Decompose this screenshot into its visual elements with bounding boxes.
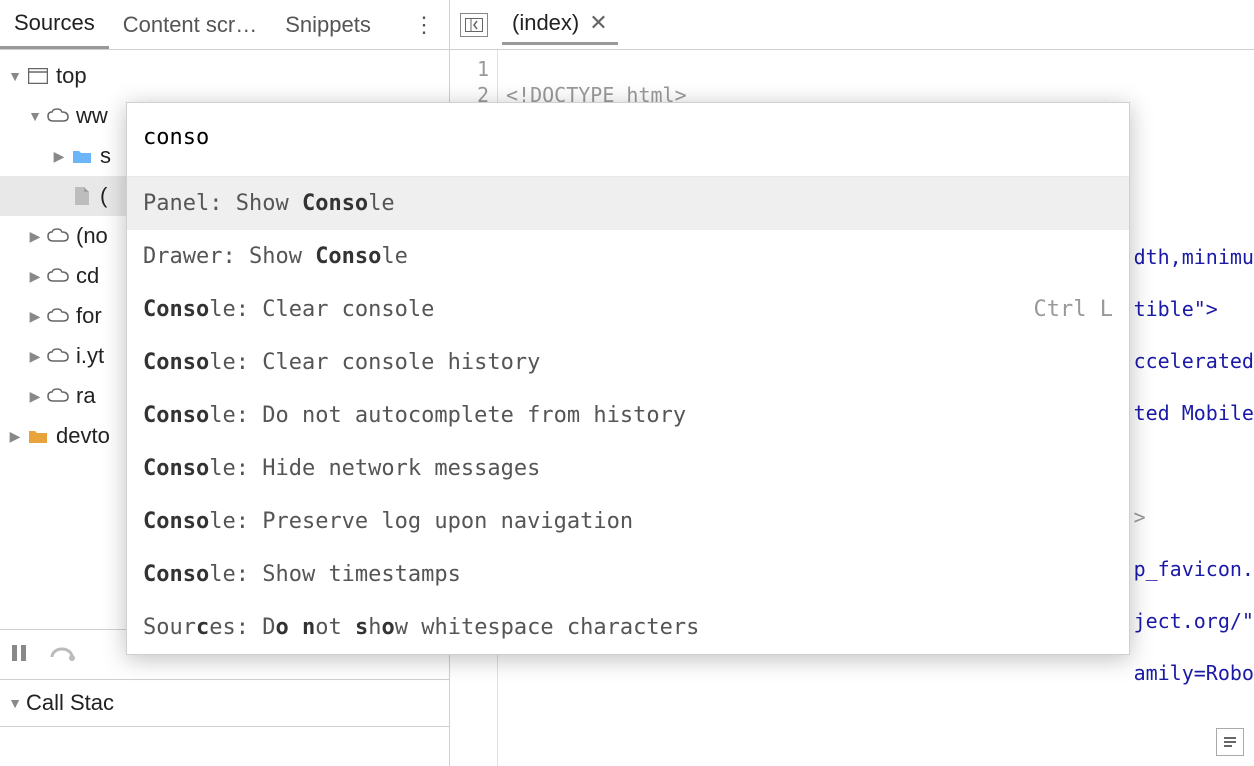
cloud-icon: [46, 304, 70, 328]
command-item[interactable]: Console: Hide network messages: [127, 442, 1129, 495]
more-tabs-icon[interactable]: ⋮: [399, 12, 449, 38]
tree-label: cd: [76, 263, 99, 289]
command-item[interactable]: Console: Show timestamps: [127, 548, 1129, 601]
cloud-icon: [46, 264, 70, 288]
command-item-label: Console: Preserve log upon navigation: [143, 509, 633, 534]
command-item[interactable]: Drawer: Show Console: [127, 230, 1129, 283]
command-item[interactable]: Panel: Show Console: [127, 177, 1129, 230]
command-item-label: Panel: Show Console: [143, 191, 395, 216]
code-text: dth,minimu: [1134, 245, 1254, 269]
command-item-label: Console: Hide network messages: [143, 456, 540, 481]
section-spacer: [0, 726, 449, 766]
file-tab-label: (index): [512, 10, 579, 36]
command-item[interactable]: Console: Clear console history: [127, 336, 1129, 389]
cloud-icon: [46, 344, 70, 368]
command-item-label: Console: Do not autocomplete from histor…: [143, 403, 686, 428]
cloud-icon: [46, 224, 70, 248]
folder-icon: [26, 424, 50, 448]
pretty-print-icon[interactable]: [1216, 728, 1244, 756]
code-text: ccelerated: [1134, 349, 1254, 373]
line-number: 1: [450, 56, 489, 82]
call-stack-section[interactable]: ▼ Call Stac: [0, 679, 449, 726]
toggle-navigator-icon[interactable]: [460, 13, 488, 37]
expander-icon[interactable]: ▼: [8, 695, 22, 711]
expander-icon[interactable]: ▶: [28, 228, 42, 245]
tree-label: ww: [76, 103, 108, 129]
command-item[interactable]: Console: Do not autocomplete from histor…: [127, 389, 1129, 442]
tree-label: for: [76, 303, 102, 329]
navigator-tabs: Sources Content scr… Snippets ⋮: [0, 0, 449, 50]
tree-label: top: [56, 63, 87, 89]
tree-frame-top[interactable]: ▼ top: [0, 56, 449, 96]
command-item-label: Console: Clear console history: [143, 350, 540, 375]
folder-icon: [70, 144, 94, 168]
command-item-label: Sources: Do not show whitespace characte…: [143, 615, 699, 640]
expander-icon[interactable]: ▼: [8, 68, 22, 84]
editor-tabbar: (index) ✕: [450, 0, 1254, 50]
command-item[interactable]: Sources: Do not show whitespace characte…: [127, 601, 1129, 654]
tree-label: ra: [76, 383, 96, 409]
code-text: >: [1134, 505, 1146, 529]
section-title: Call Stac: [26, 690, 114, 716]
expander-icon[interactable]: ▶: [28, 348, 42, 365]
code-text: amily=Robo: [1134, 661, 1254, 685]
close-tab-icon[interactable]: ✕: [589, 10, 607, 36]
tree-label: (: [100, 183, 107, 209]
command-item-label: Console: Clear console: [143, 297, 434, 322]
cloud-icon: [46, 104, 70, 128]
expander-icon[interactable]: ▶: [28, 388, 42, 405]
command-item[interactable]: Console: Preserve log upon navigation: [127, 495, 1129, 548]
code-text: tible">: [1134, 297, 1218, 321]
file-tab-index[interactable]: (index) ✕: [502, 4, 618, 45]
command-input-wrapper: [127, 103, 1129, 177]
code-overflow: dth,minimu tible"> ccelerated ted Mobile…: [1126, 56, 1254, 766]
step-over-icon[interactable]: [50, 643, 76, 666]
pause-icon[interactable]: [10, 643, 28, 666]
command-item-shortcut: Ctrl L: [1034, 297, 1113, 322]
command-input[interactable]: [143, 125, 1113, 150]
document-icon: [70, 184, 94, 208]
command-item-label: Drawer: Show Console: [143, 244, 408, 269]
command-item[interactable]: Console: Clear console Ctrl L: [127, 283, 1129, 336]
expander-icon[interactable]: ▶: [28, 308, 42, 325]
command-item-label: Console: Show timestamps: [143, 562, 461, 587]
cloud-icon: [46, 384, 70, 408]
expander-icon[interactable]: ▶: [8, 428, 22, 445]
tree-label: s: [100, 143, 111, 169]
tree-label: devto: [56, 423, 110, 449]
code-text: p_favicon.: [1134, 557, 1254, 581]
command-menu: Panel: Show Console Drawer: Show Console C…: [126, 102, 1130, 655]
code-text: ject.org/": [1134, 609, 1254, 633]
tab-snippets[interactable]: Snippets: [271, 2, 385, 48]
tab-content-scripts[interactable]: Content scr…: [109, 2, 272, 48]
expander-icon[interactable]: ▼: [28, 108, 42, 124]
command-list: Panel: Show Console Drawer: Show Console C…: [127, 177, 1129, 654]
code-text: ted Mobile: [1134, 401, 1254, 425]
frame-icon: [26, 64, 50, 88]
tree-label: (no: [76, 223, 108, 249]
tree-label: i.yt: [76, 343, 104, 369]
expander-icon[interactable]: ▶: [52, 148, 66, 165]
expander-icon[interactable]: ▶: [28, 268, 42, 285]
tab-sources[interactable]: Sources: [0, 0, 109, 49]
